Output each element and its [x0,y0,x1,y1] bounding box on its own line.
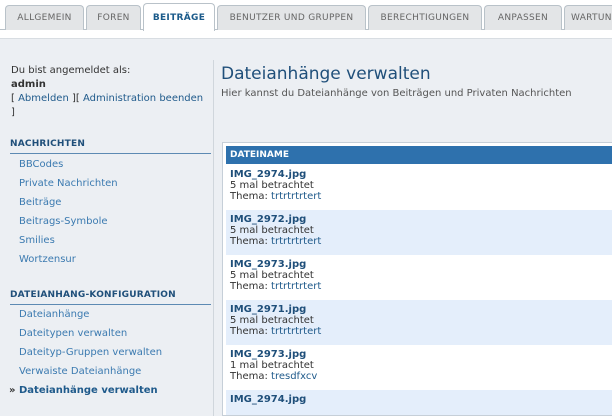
end-admin-link[interactable]: Administration beenden [83,93,203,104]
sidebar-item-private-nachrichten[interactable]: Private Nachrichten [19,178,118,189]
section-title-nachrichten: NACHRICHTEN [10,139,211,154]
topic-label: Thema: [230,326,268,337]
sidebar-item-dateianhaenge[interactable]: Dateianhänge [19,309,89,320]
topic-link[interactable]: trtrtrtrtert [271,326,321,337]
tab-berechtigungen[interactable]: BERECHTIGUNGEN [368,5,482,30]
sidebar-item-verwaiste-dateianhaenge[interactable]: Verwaiste Dateianhänge [19,366,141,377]
topic-link[interactable]: trtrtrtrtert [271,191,321,202]
tab-allgemein[interactable]: ALLGEMEIN [5,5,84,30]
tab-anpassen[interactable]: ANPASSEN [484,5,562,30]
tab-beitraege[interactable]: BEITRÄGE [143,3,215,31]
attachments-list: IMG_2974.jpg 5 mal betrachtet Thema: trt… [226,165,612,415]
sidebar-item-dateityp-gruppen-verwalten[interactable]: Dateityp-Gruppen verwalten [19,347,162,358]
login-links: [ Abmelden ][ Administration beenden ] [11,93,204,118]
top-stripe [0,30,612,39]
sidebar-item-dateitypen-verwalten[interactable]: Dateitypen verwalten [19,328,127,339]
view-count: 5 mal betrachtet [230,225,314,236]
sidebar-item-dateianhaenge-verwalten[interactable]: Dateianhänge verwalten [9,385,158,396]
attachments-panel: DATEINAME IMG_2974.jpg 5 mal betrachtet … [222,142,612,416]
topic-label: Thema: [230,191,268,202]
tab-wartung[interactable]: WARTUNG [564,5,612,30]
table-row: IMG_2972.jpg 5 mal betrachtet Thema: trt… [226,210,612,255]
logout-link[interactable]: Abmelden [18,93,69,104]
topic-link[interactable]: trtrtrtrtert [271,236,321,247]
topic-link[interactable]: trtrtrtrtert [271,281,321,292]
table-row: IMG_2974.jpg [226,390,612,415]
sidebar-item-beitrags-symbole[interactable]: Beitrags-Symbole [19,216,108,227]
tab-benutzer-und-gruppen[interactable]: BENUTZER UND GRUPPEN [217,5,366,30]
sidebar-item-beitraege[interactable]: Beiträge [19,197,61,208]
table-row: IMG_2973.jpg 1 mal betrachtet Thema: tre… [226,345,612,390]
column-header-dateiname[interactable]: DATEINAME [226,146,612,164]
table-row: IMG_2971.jpg 5 mal betrachtet Thema: trt… [226,300,612,345]
sidebar: Du bist angemeldet als: admin [ Abmelden… [0,60,213,416]
view-count: 5 mal betrachtet [230,270,314,281]
sidebar-item-smilies[interactable]: Smilies [19,235,55,246]
file-name-link[interactable]: IMG_2973.jpg [230,349,612,360]
view-count: 1 mal betrachtet [230,360,314,371]
file-name-link[interactable]: IMG_2972.jpg [230,214,612,225]
file-name-link[interactable]: IMG_2974.jpg [230,169,612,180]
tab-foren[interactable]: FOREN [86,5,141,30]
file-name-link[interactable]: IMG_2971.jpg [230,304,612,315]
table-row: IMG_2973.jpg 5 mal betrachtet Thema: trt… [226,255,612,300]
sidebar-item-bbcodes[interactable]: BBCodes [19,159,63,170]
topic-link[interactable]: tresdfxcv [271,371,317,382]
username: admin [11,79,46,90]
login-info: Du bist angemeldet als: admin [ Abmelden… [11,64,206,120]
file-name-link[interactable]: IMG_2973.jpg [230,259,612,270]
topic-label: Thema: [230,236,268,247]
logged-in-label: Du bist angemeldet als: [11,65,131,76]
page-subtitle: Hier kannst du Dateianhänge von Beiträge… [221,88,572,99]
tab-bar: ALLGEMEIN FOREN BEITRÄGE BENUTZER UND GR… [0,0,612,31]
main-content: Dateianhänge verwalten Hier kannst du Da… [213,60,612,416]
view-count: 5 mal betrachtet [230,315,314,326]
page-title: Dateianhänge verwalten [221,64,431,84]
section-title-dateianhang-konfiguration: DATEIANHANG-KONFIGURATION [10,290,211,305]
view-count: 5 mal betrachtet [230,180,314,191]
topic-label: Thema: [230,371,268,382]
file-name-link[interactable]: IMG_2974.jpg [230,394,612,405]
table-row: IMG_2974.jpg 5 mal betrachtet Thema: trt… [226,165,612,210]
sidebar-item-wortzensur[interactable]: Wortzensur [19,254,76,265]
topic-label: Thema: [230,281,268,292]
